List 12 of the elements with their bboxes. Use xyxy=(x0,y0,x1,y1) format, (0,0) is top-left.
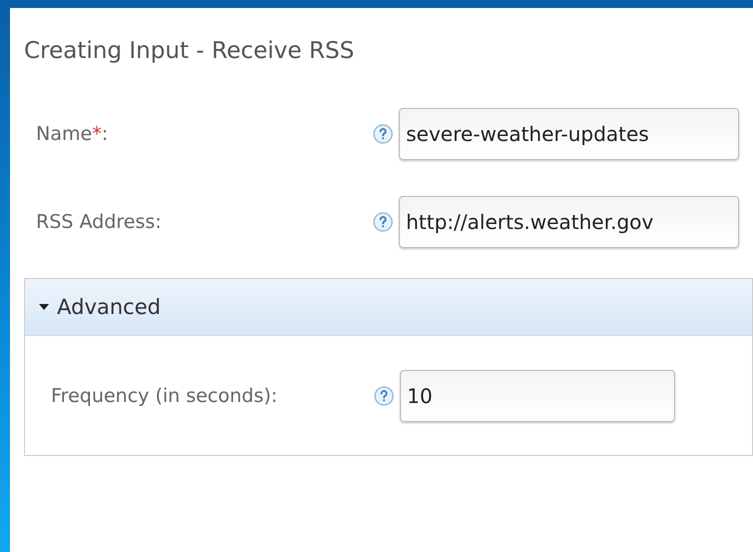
field-label: Name*: xyxy=(35,123,109,145)
text-field[interactable]: severe-weather-updates xyxy=(399,108,739,160)
text-field[interactable]: 10 xyxy=(400,370,675,422)
help-icon[interactable] xyxy=(374,386,394,406)
page-title: Creating Input - Receive RSS xyxy=(24,38,356,64)
caret-icon xyxy=(39,303,49,311)
text-field[interactable]: http://alerts.weather.gov xyxy=(399,196,739,248)
section-header[interactable]: Advanced xyxy=(25,279,752,336)
help-icon[interactable] xyxy=(373,212,393,232)
help-icon[interactable] xyxy=(373,124,393,144)
field-label: Frequency (in seconds): xyxy=(50,385,278,407)
field-label: RSS Address: xyxy=(35,211,162,233)
